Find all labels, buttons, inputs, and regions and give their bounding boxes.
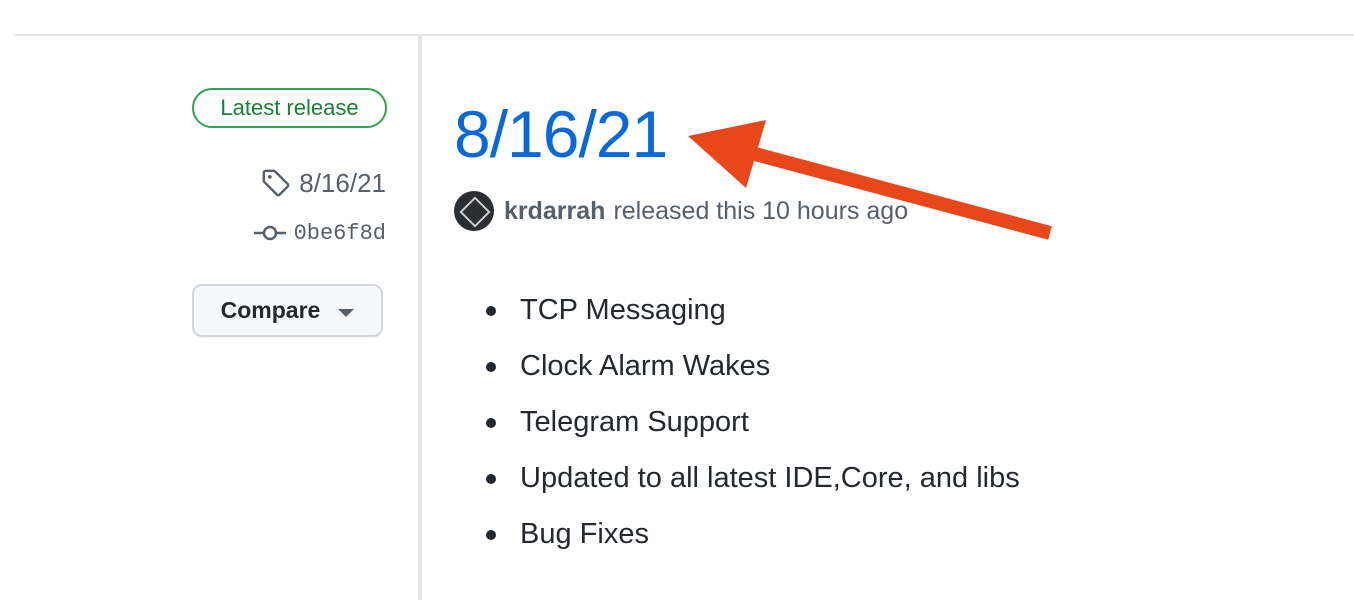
list-item: TCP Messaging [486,282,1020,338]
latest-release-badge: Latest release [192,88,387,128]
git-commit-icon [253,225,286,241]
compare-button[interactable]: Compare [192,284,383,337]
commit-link[interactable]: 0be6f8d [253,218,386,248]
release-title-link[interactable]: 8/16/21 [454,96,668,172]
timeline-divider [418,36,422,600]
list-item: Updated to all latest IDE,Core, and libs [486,450,1020,506]
list-item: Bug Fixes [486,506,1020,562]
compare-label: Compare [220,297,321,323]
tag-icon [262,169,290,197]
avatar[interactable] [454,191,494,231]
released-time-text: released this 10 hours ago [613,196,909,225]
top-divider [14,34,1354,36]
author-link[interactable]: krdarrah [504,197,605,226]
release-tag-link[interactable]: 8/16/21 [261,166,386,200]
triangle-down-icon [338,308,355,317]
tag-label: 8/16/21 [299,167,386,198]
release-notes-list: TCP Messaging Clock Alarm Wakes Telegram… [486,282,1020,562]
list-item: Telegram Support [486,394,1020,450]
commit-sha: 0be6f8d [293,220,386,246]
release-author-row: krdarrah released this 10 hours ago [454,191,908,231]
list-item: Clock Alarm Wakes [486,338,1020,394]
